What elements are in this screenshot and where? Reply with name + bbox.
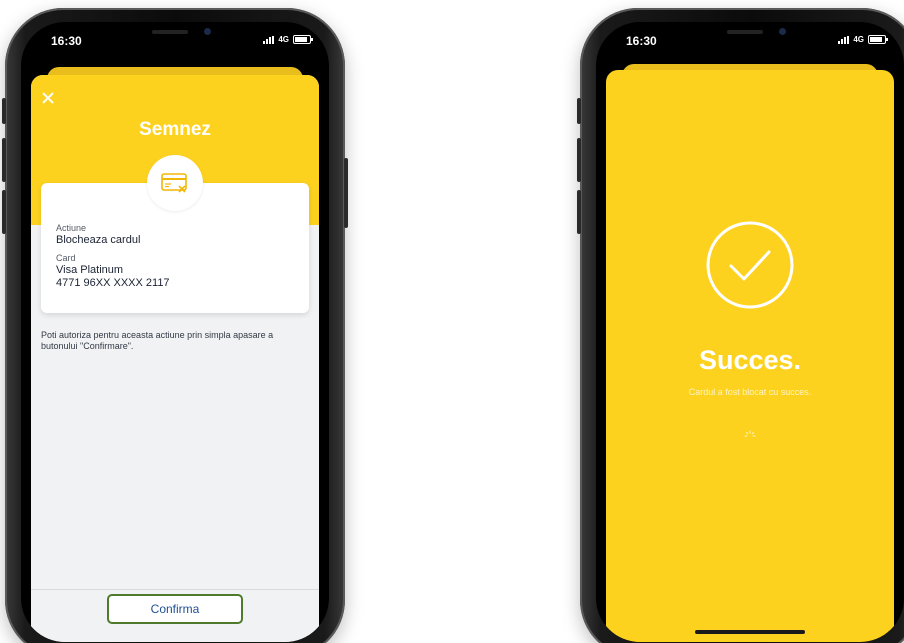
- card-detail: Card Visa Platinum 4771 96XX XXXX 2117: [56, 253, 170, 290]
- action-label: Actiune: [56, 223, 87, 233]
- home-indicator: [695, 630, 805, 634]
- card-badge: [147, 155, 203, 211]
- signal-icon: [838, 35, 850, 44]
- status-time: 16:30: [626, 34, 657, 48]
- battery-icon: [293, 35, 313, 44]
- success-sheet: Succes. Cardul a fost blocat cu succes.: [606, 70, 894, 642]
- phone-left: 16:30 4G Semnez Actiune Blocheaza cardul…: [2, 8, 348, 643]
- sheet-footer: Confirma: [31, 589, 319, 642]
- sign-sheet: Semnez Actiune Blocheaza cardul Card Vis…: [31, 75, 319, 642]
- action-detail: Actiune Blocheaza cardul: [56, 223, 140, 247]
- status-indicators: 4G: [838, 35, 888, 44]
- status-bar: 16:30 4G: [21, 22, 329, 68]
- stage: 16:30 4G Semnez Actiune Blocheaza cardul…: [0, 0, 904, 643]
- loading-spinner-icon: [744, 430, 756, 437]
- phone-right: 16:30 4G Succes. Cardul a fost blocat cu…: [577, 8, 904, 643]
- card-number: 4771 96XX XXXX 2117: [56, 277, 170, 289]
- close-icon[interactable]: [41, 91, 55, 105]
- phone-left-screen: 16:30 4G Semnez Actiune Blocheaza cardul…: [21, 22, 329, 642]
- notch: [675, 22, 825, 46]
- authorization-info: Poti autoriza pentru aceasta actiune pri…: [41, 330, 274, 351]
- status-bar: 16:30 4G: [596, 22, 904, 68]
- status-time: 16:30: [51, 34, 82, 48]
- signal-icon: [263, 35, 275, 44]
- confirm-button[interactable]: Confirma: [107, 594, 243, 624]
- sheet-title: Semnez: [139, 119, 211, 140]
- battery-icon: [868, 35, 888, 44]
- network-label: 4G: [853, 35, 864, 44]
- status-indicators: 4G: [263, 35, 313, 44]
- success-title: Succes.: [698, 345, 802, 375]
- card-name: Visa Platinum: [56, 264, 124, 276]
- card-label: Card: [56, 253, 76, 263]
- action-value: Blocheaza cardul: [56, 234, 141, 246]
- phone-right-screen: 16:30 4G Succes. Cardul a fost blocat cu…: [596, 22, 904, 642]
- network-label: 4G: [278, 35, 289, 44]
- card-blocked-icon: [161, 173, 187, 193]
- check-circle-icon: [706, 221, 794, 309]
- success-message: Cardul a fost blocat cu succes.: [688, 387, 812, 397]
- notch: [100, 22, 250, 46]
